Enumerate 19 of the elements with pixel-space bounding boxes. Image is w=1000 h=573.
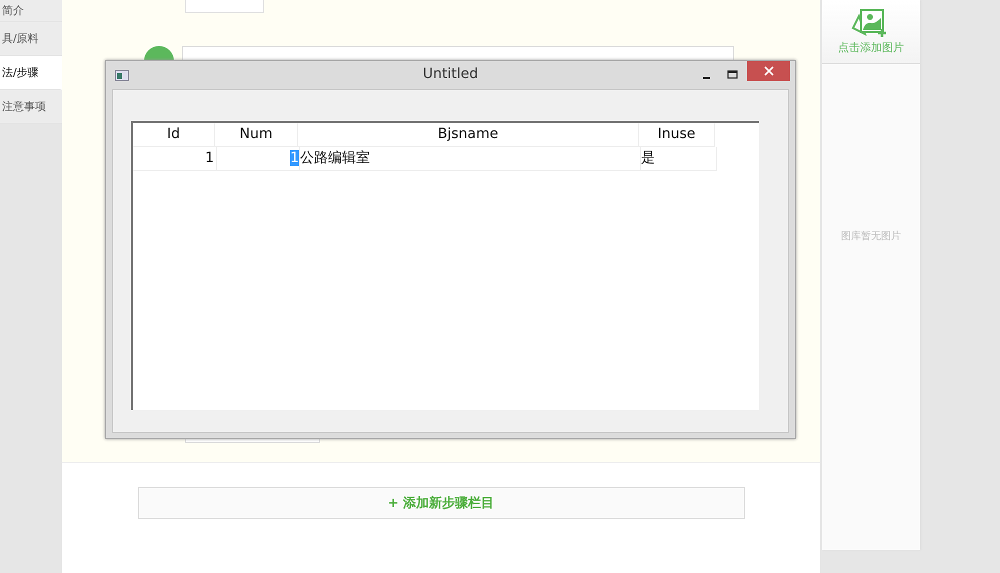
sidebar-item[interactable]: 法/步骤 (0, 56, 62, 90)
window-icon (115, 70, 129, 80)
sidebar-item[interactable]: 具/原料 (0, 22, 62, 56)
column-header[interactable]: Inuse (639, 123, 715, 147)
minimize-icon (702, 77, 710, 79)
table-cell[interactable]: 1 (205, 150, 214, 166)
empty-gallery-text: 图库暂无图片 (841, 230, 901, 244)
table-cell[interactable]: 是 (641, 150, 655, 166)
table-cell[interactable]: 公路编辑室 (300, 150, 370, 166)
close-icon (764, 66, 774, 76)
column-header[interactable]: Id (133, 123, 215, 147)
close-button[interactable] (747, 61, 790, 81)
sidebar-item[interactable]: 简介 (0, 0, 62, 22)
add-image-label: 点击添加图片 (838, 40, 904, 55)
maximize-icon (726, 70, 738, 80)
column-header[interactable]: Num (215, 123, 298, 147)
window-title: Untitled (422, 66, 478, 82)
sidebar-item[interactable]: 注意事项 (0, 90, 62, 124)
column-header[interactable]: Bjsname (298, 123, 639, 147)
